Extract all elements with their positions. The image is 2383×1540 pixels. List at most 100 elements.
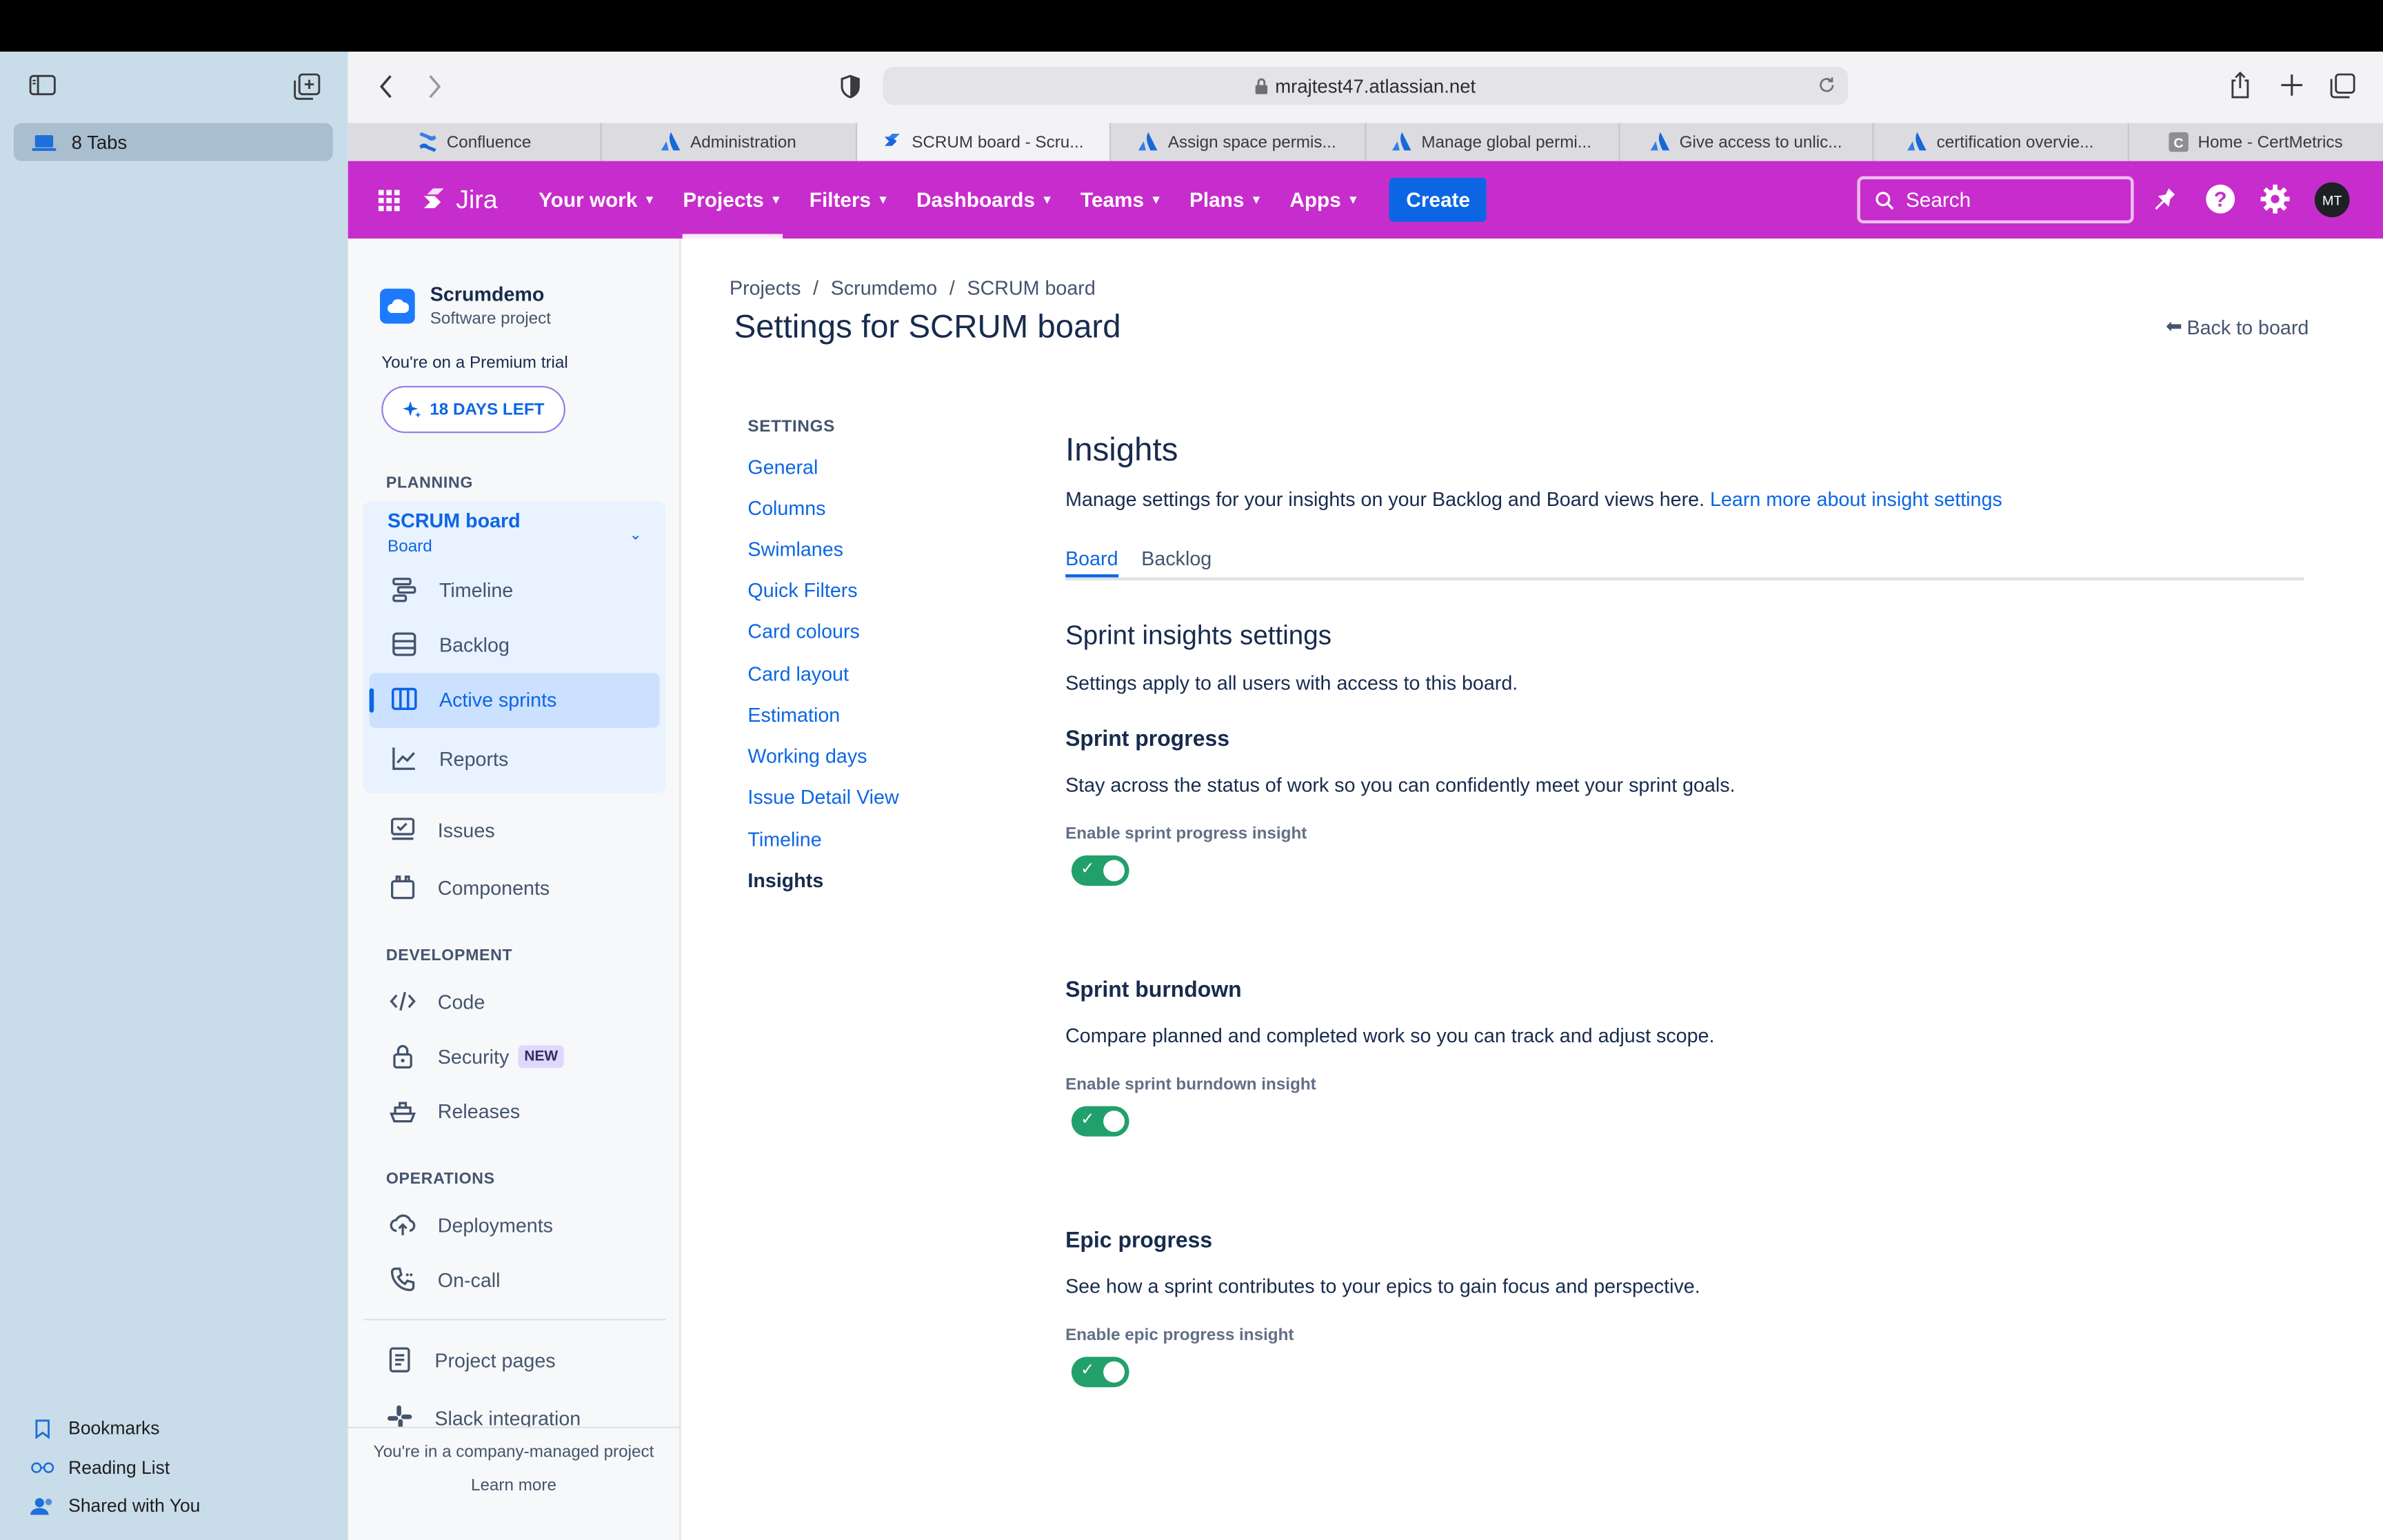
reload-icon[interactable] xyxy=(1818,76,1836,94)
browser-tab[interactable]: Administration xyxy=(603,123,857,161)
backlog-icon xyxy=(388,627,421,660)
back-to-board-link[interactable]: ⬅ Back to board xyxy=(2166,314,2309,338)
tab-label: SCRUM board - Scru... xyxy=(912,132,1084,152)
browser-tab[interactable]: Manage global permi... xyxy=(1365,123,1620,161)
new-tab-group-icon[interactable] xyxy=(293,73,321,101)
settings-heading: SETTINGS xyxy=(747,418,835,436)
trial-days-button[interactable]: 18 DAYS LEFT xyxy=(381,385,565,434)
browser-tab[interactable]: C Home - CertMetrics xyxy=(2129,123,2383,161)
epic-progress-toggle[interactable]: ✓ xyxy=(1071,1357,1129,1388)
nav-teams[interactable]: Teams ▼ xyxy=(1080,161,1162,239)
sidebar-item-code[interactable]: Code xyxy=(386,984,485,1017)
sidebar-item-on-call[interactable]: On-call xyxy=(386,1263,501,1296)
forward-arrow-icon[interactable] xyxy=(427,74,442,99)
browser-tab[interactable]: Assign space permis... xyxy=(1111,123,1366,161)
tab-overview-icon[interactable] xyxy=(2330,73,2355,99)
chevron-down-icon[interactable]: ⌄ xyxy=(629,527,641,544)
learn-more-insights-link[interactable]: Learn more about insight settings xyxy=(1710,488,2002,511)
new-tab-icon[interactable] xyxy=(2281,74,2303,96)
settings-nav-general[interactable]: General xyxy=(747,456,818,478)
privacy-shield-icon[interactable] xyxy=(841,74,861,99)
nav-your-work[interactable]: Your work ▼ xyxy=(539,161,656,239)
confluence-icon xyxy=(418,132,438,152)
bookmarks-item[interactable]: Bookmarks xyxy=(30,1416,159,1440)
project-name[interactable]: Scrumdemo xyxy=(430,283,545,305)
sidebar-item-label: Deployments xyxy=(437,1213,554,1237)
settings-nav-card-layout[interactable]: Card layout xyxy=(747,662,849,685)
trial-days-label: 18 DAYS LEFT xyxy=(430,400,545,419)
share-icon[interactable] xyxy=(2229,71,2251,99)
settings-nav-timeline[interactable]: Timeline xyxy=(747,828,821,851)
notifications-icon[interactable] xyxy=(2151,185,2178,213)
address-bar[interactable]: mrajtest47.atlassian.net xyxy=(883,66,1849,105)
browser-tab-active[interactable]: SCRUM board - Scru... xyxy=(856,123,1112,161)
bookmarks-label: Bookmarks xyxy=(68,1417,160,1439)
components-icon xyxy=(386,871,419,904)
tab-backlog[interactable]: Backlog xyxy=(1141,547,1211,569)
chevron-down-icon: ▼ xyxy=(1347,192,1360,207)
project-sidebar: Scrumdemo Software project You're on a P… xyxy=(348,239,681,1540)
nav-plans[interactable]: Plans ▼ xyxy=(1189,161,1263,239)
code-icon xyxy=(386,984,419,1017)
sidebar-item-backlog[interactable]: Backlog xyxy=(388,627,510,660)
sidebar-item-timeline[interactable]: Timeline xyxy=(388,573,513,606)
chevron-down-icon: ▼ xyxy=(643,192,656,207)
sprint-progress-toggle[interactable]: ✓ xyxy=(1071,855,1129,886)
epic-progress-title: Epic progress xyxy=(1065,1229,1213,1254)
breadcrumb-scrumdemo[interactable]: Scrumdemo xyxy=(831,276,937,299)
nav-dashboards[interactable]: Dashboards ▼ xyxy=(916,161,1053,239)
sprint-burndown-toggle[interactable]: ✓ xyxy=(1071,1106,1129,1137)
tab-label: Manage global permi... xyxy=(1421,132,1592,152)
app-switcher-icon[interactable] xyxy=(378,189,400,211)
settings-nav-swimlanes[interactable]: Swimlanes xyxy=(747,538,843,560)
sidebar-toggle-icon[interactable] xyxy=(29,74,57,96)
back-arrow-icon[interactable] xyxy=(379,74,394,99)
divider xyxy=(363,1319,666,1321)
breadcrumb-projects[interactable]: Projects xyxy=(730,276,801,299)
browser-tab[interactable]: Give access to unlic... xyxy=(1620,123,1875,161)
settings-nav-columns[interactable]: Columns xyxy=(747,497,825,520)
nav-projects[interactable]: Projects ▼ xyxy=(683,161,783,239)
sprint-progress-toggle-label: Enable sprint progress insight xyxy=(1065,824,1307,844)
help-icon[interactable]: ? xyxy=(2205,184,2235,214)
board-name[interactable]: SCRUM board xyxy=(388,509,521,531)
jira-logo[interactable]: Jira xyxy=(421,185,498,215)
breadcrumb-board[interactable]: SCRUM board xyxy=(967,276,1095,299)
reading-list-item[interactable]: Reading List xyxy=(30,1456,170,1480)
sidebar-item-active-sprints[interactable]: Active sprints xyxy=(388,682,556,716)
settings-nav-issue-detail-view[interactable]: Issue Detail View xyxy=(747,786,898,809)
epic-progress-desc: See how a sprint contributes to your epi… xyxy=(1065,1275,1700,1298)
bookmark-icon xyxy=(30,1416,54,1440)
sidebar-item-reports[interactable]: Reports xyxy=(388,742,508,775)
settings-nav-estimation[interactable]: Estimation xyxy=(747,703,840,726)
learn-more-link[interactable]: Learn more xyxy=(348,1477,679,1495)
settings-gear-icon[interactable] xyxy=(2260,184,2290,214)
sidebar-item-issues[interactable]: Issues xyxy=(386,813,495,846)
settings-nav-insights[interactable]: Insights xyxy=(747,869,823,892)
nav-filters[interactable]: Filters ▼ xyxy=(810,161,889,239)
nav-apps[interactable]: Apps ▼ xyxy=(1289,161,1359,239)
sidebar-item-deployments[interactable]: Deployments xyxy=(386,1208,553,1241)
search-input[interactable]: Search xyxy=(1857,176,2134,224)
avatar[interactable]: MT xyxy=(2314,182,2350,218)
sidebar-item-releases[interactable]: Releases xyxy=(386,1094,520,1127)
shared-with-you-item[interactable]: Shared with You xyxy=(30,1494,200,1518)
sprint-progress-desc: Stay across the status of work so you ca… xyxy=(1065,773,1736,796)
back-label: Back to board xyxy=(2186,315,2309,338)
sidebar-item-project-pages[interactable]: Project pages xyxy=(383,1343,556,1376)
sidebar-item-label: Timeline xyxy=(439,578,514,601)
create-button[interactable]: Create xyxy=(1389,177,1487,222)
browser-tab[interactable]: Confluence xyxy=(348,123,603,161)
tab-board[interactable]: Board xyxy=(1065,547,1118,569)
browser-tab[interactable]: certification overvie... xyxy=(1874,123,2129,161)
sidebar-item-components[interactable]: Components xyxy=(386,871,550,904)
settings-nav-working-days[interactable]: Working days xyxy=(747,744,867,767)
phone-icon xyxy=(386,1263,419,1296)
atlassian-icon xyxy=(1907,132,1928,152)
sidebar-item-security[interactable]: Security NEW xyxy=(386,1040,565,1073)
tab-group-item[interactable]: 8 Tabs xyxy=(13,123,333,161)
settings-nav-quick-filters[interactable]: Quick Filters xyxy=(747,579,857,602)
settings-nav-card-colours[interactable]: Card colours xyxy=(747,620,859,642)
insights-description: Manage settings for your insights on you… xyxy=(1065,488,2002,511)
ship-icon xyxy=(386,1094,419,1127)
